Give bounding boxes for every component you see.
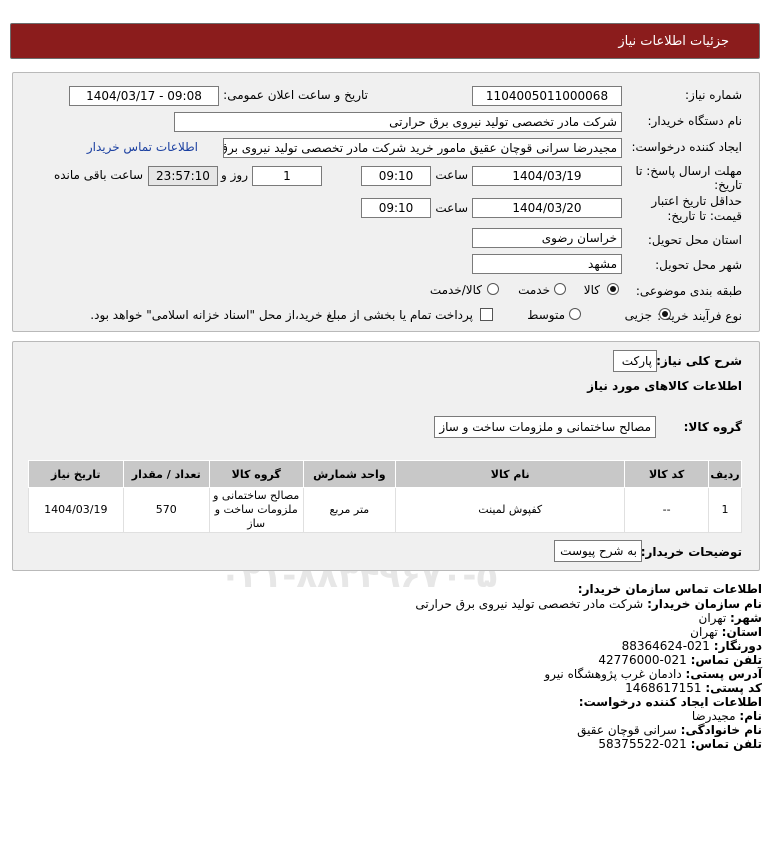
category-option-both: کالا/خدمت: [429, 283, 482, 297]
payment-note: پرداخت تمام یا بخشی از مبلغ خرید،از محل …: [90, 308, 473, 322]
contact-org-name: نام سازمان خریدار: شرکت مادر تخصصی تولید…: [415, 597, 762, 611]
process-option-minor: جزیی: [624, 308, 652, 322]
announce-label: تاریخ و ساعت اعلان عمومی:: [223, 88, 368, 102]
province-label: استان محل تحویل:: [647, 233, 742, 247]
validity-date-field[interactable]: 1404/03/20: [472, 198, 622, 218]
category-option-service: خدمت: [518, 283, 550, 297]
category-radio-both[interactable]: [487, 283, 499, 295]
announce-datetime-field[interactable]: 1404/03/17 - 09:08: [69, 86, 219, 106]
city-field[interactable]: مشهد: [472, 254, 622, 274]
province-field[interactable]: خراسان رضوی: [472, 228, 622, 248]
summary-field[interactable]: پارکت: [613, 350, 657, 372]
contact-org-title: اطلاعات تماس سازمان خریدار:: [577, 582, 762, 596]
col-header-row: ردیف: [708, 460, 742, 488]
contact-province: استان: تهران: [690, 625, 762, 639]
creator-phone: تلفن تماس: 021-58375522: [598, 737, 762, 751]
contact-city: شهر: تهران: [698, 611, 762, 625]
contact-address: آدرس پستی: دادمان غرب پژوهشگاه نیرو: [544, 667, 762, 681]
contact-postal: کد پستی: 1468617151: [625, 681, 762, 695]
cell-name: کفپوش لمینت: [395, 487, 626, 533]
buyer-notes-label: توضیحات خریدار:: [640, 545, 742, 559]
cell-qty: 570: [122, 487, 210, 533]
need-details-panel: [12, 341, 760, 571]
category-label: طبقه بندی موضوعی:: [635, 284, 742, 298]
cell-row: 1: [708, 487, 742, 533]
table-row[interactable]: 1 -- کفپوش لمینت متر مربع مصالح ساختمانی…: [28, 487, 742, 533]
days-field[interactable]: 1: [252, 166, 322, 186]
col-header-name: نام کالا: [395, 460, 626, 488]
process-radio-medium[interactable]: [569, 308, 581, 320]
validity-label-2: قیمت: تا تاریخ:: [667, 209, 742, 223]
deadline-time-field[interactable]: 09:10: [361, 166, 431, 186]
col-header-qty: تعداد / مقدار: [122, 460, 210, 488]
creator-field[interactable]: مجیدرضا سرانی قوچان عقیق مامور خرید شرکت…: [223, 138, 622, 158]
creator-last-name: نام خانوادگی: سرانی قوچان عقیق: [577, 723, 762, 737]
treasury-payment-checkbox[interactable]: [480, 308, 493, 321]
goods-info-title: اطلاعات کالاهای مورد نیاز: [587, 379, 742, 393]
group-field[interactable]: مصالح ساختمانی و ملزومات ساخت و ساز: [434, 416, 656, 438]
cell-unit: متر مربع: [302, 487, 397, 533]
summary-label: شرح کلی نیاز:: [656, 354, 742, 368]
creator-first-name: نام: مجیدرضا: [691, 709, 762, 723]
category-radio-service[interactable]: [554, 283, 566, 295]
deadline-date-field[interactable]: 1404/03/19: [472, 166, 622, 186]
category-option-goods: کالا: [583, 283, 600, 297]
buyer-org-label: نام دستگاه خریدار:: [647, 114, 743, 128]
creator-info-title: اطلاعات ایجاد کننده درخواست:: [578, 695, 762, 709]
creator-label: ایجاد کننده درخواست:: [631, 140, 742, 154]
col-header-unit: واحد شمارش: [302, 460, 397, 488]
buyer-notes-field[interactable]: به شرح پیوست: [554, 540, 642, 562]
deadline-time-label: ساعت: [435, 168, 468, 182]
deadline-label-1: مهلت ارسال پاسخ: تا: [635, 164, 742, 178]
page-title: جزئیات اطلاعات نیاز: [618, 34, 729, 49]
col-header-date: تاریخ نیاز: [28, 460, 124, 488]
contact-phone: تلفن تماس: 021-42776000: [598, 653, 762, 667]
cell-code: --: [624, 487, 710, 533]
need-number-field[interactable]: 1104005011000068: [472, 86, 622, 106]
category-radio-goods[interactable]: [607, 283, 619, 295]
table-header-row: ردیف کد کالا نام کالا واحد شمارش گروه کا…: [28, 460, 742, 488]
col-header-group: گروه کالا: [208, 460, 304, 488]
remaining-label: ساعت باقی مانده: [53, 168, 143, 182]
remaining-time-field: 23:57:10: [148, 166, 218, 186]
need-number-label: شماره نیاز:: [685, 88, 742, 102]
city-label: شهر محل تحویل:: [655, 258, 742, 272]
col-header-code: کد کالا: [624, 460, 710, 488]
page-header: جزئیات اطلاعات نیاز: [10, 23, 760, 59]
validity-time-field[interactable]: 09:10: [361, 198, 431, 218]
cell-date: 1404/03/19: [28, 487, 124, 533]
group-label: گروه کالا:: [683, 420, 742, 434]
cell-group: مصالح ساختمانی و ملزومات ساخت و ساز: [208, 487, 304, 533]
contact-fax: دورنگار: 021-88364624: [621, 639, 762, 653]
process-radio-minor[interactable]: [659, 308, 671, 320]
goods-table: ردیف کد کالا نام کالا واحد شمارش گروه کا…: [28, 460, 742, 533]
validity-time-label: ساعت: [435, 201, 468, 215]
days-label: روز و: [221, 168, 248, 182]
buyer-contact-link[interactable]: اطلاعات تماس خریدار: [87, 140, 198, 154]
deadline-label-2: تاریخ:: [714, 178, 742, 192]
process-option-medium: متوسط: [527, 308, 565, 322]
buyer-org-field[interactable]: شرکت مادر تخصصی تولید نیروی برق حرارتی: [174, 112, 622, 132]
validity-label-1: حداقل تاریخ اعتبار: [651, 194, 742, 208]
